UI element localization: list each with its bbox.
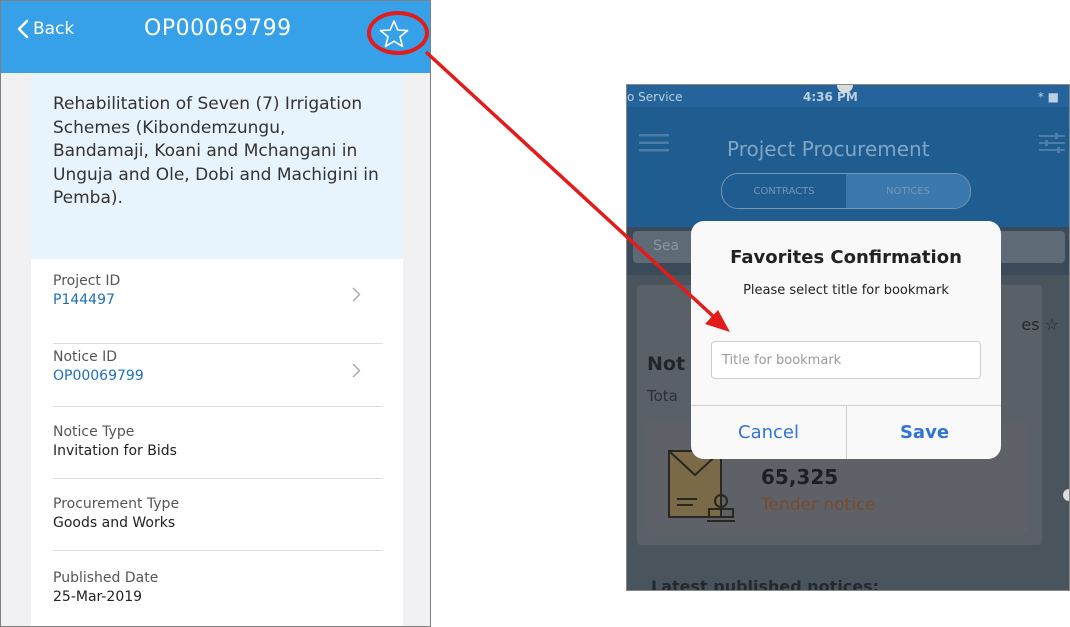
published-date-value: 25-Mar-2019	[53, 589, 143, 605]
notice-id-value: OP00069799	[53, 368, 144, 384]
nav-header: Back OP00069799	[1, 1, 430, 73]
notice-detail-card: Rehabilitation of Seven (7) Irrigation S…	[31, 73, 403, 626]
cancel-button[interactable]: Cancel	[691, 406, 846, 459]
right-phone-screen: o Service 4:36 PM * ■ Project Procuremen…	[626, 84, 1070, 591]
back-button[interactable]: Back	[17, 19, 74, 39]
segmented-control: CONTRACTS NOTICES	[721, 173, 971, 209]
field-label: Notice Type	[53, 424, 135, 440]
bookmark-title-input[interactable]	[711, 341, 981, 379]
notice-type-value: Invitation for Bids	[53, 443, 177, 459]
field-label: Project ID	[53, 273, 121, 289]
carrier-status: o Service	[627, 90, 683, 104]
favorites-link-partial: es ☆	[1021, 315, 1059, 334]
page-title: OP00069799	[144, 16, 292, 41]
side-handle	[1063, 489, 1069, 501]
favorites-confirmation-dialog: Favorites Confirmation Please select tit…	[691, 221, 1001, 459]
published-date-row: Published Date 25-Mar-2019	[53, 570, 383, 620]
left-phone-screen: Back OP00069799 Rehabilitation of Seven …	[0, 0, 431, 627]
project-id-row[interactable]: Project ID P144497	[53, 273, 383, 344]
notice-type-row: Notice Type Invitation for Bids	[53, 424, 383, 479]
notice-id-row[interactable]: Notice ID OP00069799	[53, 349, 383, 407]
tab-contracts[interactable]: CONTRACTS	[722, 174, 846, 208]
filter-icon[interactable]	[1039, 133, 1065, 153]
clock: 4:36 PM	[803, 90, 858, 104]
battery-status: * ■	[1037, 90, 1059, 104]
dialog-message: Please select title for bookmark	[743, 283, 949, 298]
save-button[interactable]: Save	[847, 406, 1001, 459]
search-placeholder: Sea	[653, 238, 680, 254]
project-title: Rehabilitation of Seven (7) Irrigation S…	[53, 94, 379, 208]
menu-icon[interactable]	[639, 134, 669, 152]
app-bar: Project Procurement CONTRACTS NOTICES	[627, 107, 1069, 227]
chevron-right-icon	[352, 363, 361, 378]
app-title: Project Procurement	[727, 137, 930, 161]
title-block: Rehabilitation of Seven (7) Irrigation S…	[31, 73, 403, 259]
field-label: Published Date	[53, 570, 159, 586]
tab-notices[interactable]: NOTICES	[846, 174, 970, 208]
chevron-right-icon	[352, 287, 361, 302]
latest-notices-heading: Latest published notices:	[651, 577, 880, 591]
tender-count-label: Tender notice	[761, 495, 876, 515]
field-label: Procurement Type	[53, 496, 180, 512]
notices-heading-partial: Not	[647, 353, 686, 375]
annotation-highlight-ring	[367, 11, 429, 55]
procurement-type-value: Goods and Works	[53, 515, 176, 531]
back-label: Back	[33, 19, 75, 39]
procurement-type-row: Procurement Type Goods and Works	[53, 496, 383, 551]
project-id-value: P144497	[53, 292, 115, 308]
total-label-partial: Tota	[647, 387, 678, 405]
tender-count: 65,325	[761, 465, 839, 489]
dialog-title: Favorites Confirmation	[730, 247, 962, 268]
chevron-left-icon	[17, 19, 29, 39]
field-label: Notice ID	[53, 349, 118, 365]
